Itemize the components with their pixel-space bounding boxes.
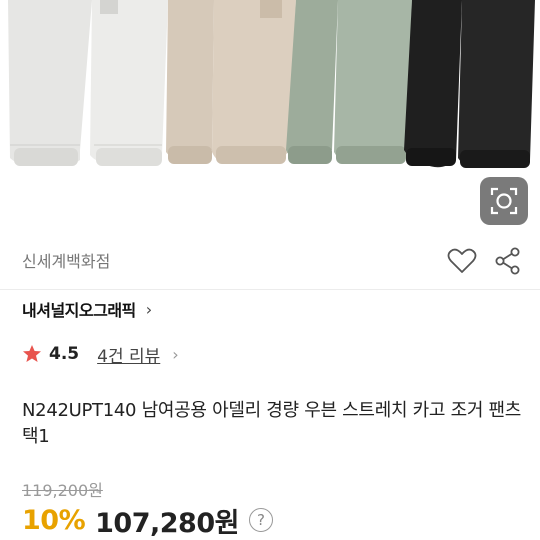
image-search-icon: [490, 187, 518, 215]
heart-icon: [447, 248, 477, 273]
discount-rate: 10%: [22, 504, 86, 536]
help-icon[interactable]: ?: [248, 508, 273, 532]
share-icon: [495, 247, 520, 275]
product-title: N242UPT140 남여공용 아델리 경량 우븐 스트레치 카고 조거 팬츠 …: [22, 400, 522, 447]
pants-lineup-illustration: [8, 0, 535, 168]
brand-link[interactable]: 내셔널지오그래픽 ›: [22, 296, 152, 322]
product-image[interactable]: [0, 0, 540, 230]
wishlist-button[interactable]: [447, 247, 477, 275]
store-name[interactable]: 신세계백화점: [22, 248, 110, 272]
chevron-right-icon: ›: [145, 299, 153, 319]
brand-name: 내셔널지오그래픽: [22, 301, 136, 320]
sale-price: 107,280원: [95, 507, 239, 539]
rating-row: 4.5 4건 리뷰 ›: [22, 341, 179, 367]
original-price: 119,200원: [22, 481, 103, 500]
star-icon: [23, 345, 41, 362]
chevron-right-icon: ›: [172, 344, 179, 364]
share-button[interactable]: [493, 246, 523, 276]
review-count-link[interactable]: 4건 리뷰: [97, 342, 160, 367]
section-divider: [0, 289, 540, 290]
price-row: 10% 107,280원 ?: [22, 503, 273, 539]
image-search-button[interactable]: [480, 177, 528, 225]
rating-value: 4.5: [49, 344, 80, 364]
